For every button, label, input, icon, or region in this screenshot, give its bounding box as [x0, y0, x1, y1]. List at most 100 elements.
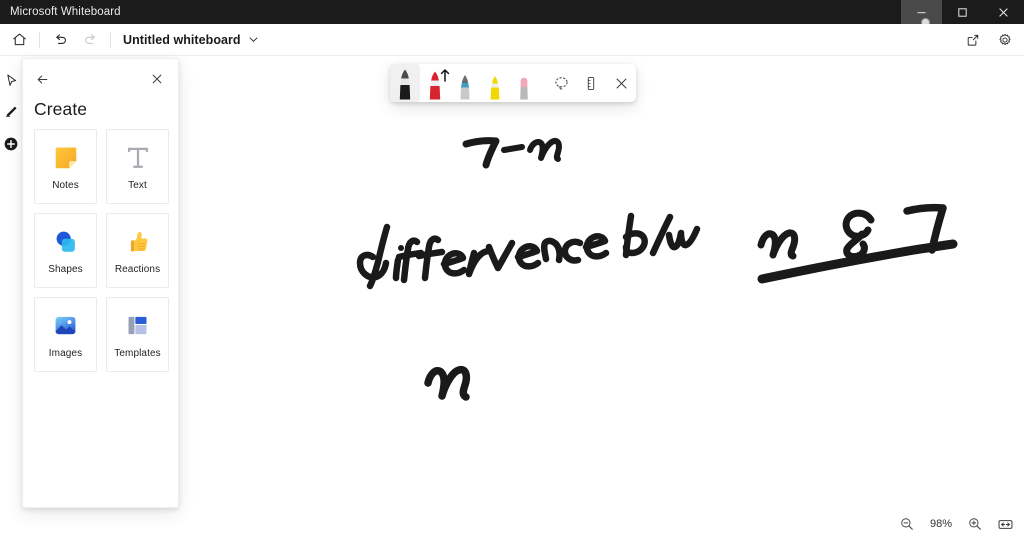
close-icon	[616, 78, 627, 88]
undo-button[interactable]	[45, 26, 75, 54]
create-card-label: Reactions	[114, 263, 161, 275]
panel-close-button[interactable]	[146, 68, 168, 90]
blue-pen-icon	[460, 75, 470, 100]
create-card-text[interactable]: Text	[106, 129, 169, 204]
create-card-label: Notes	[52, 179, 79, 191]
app-toolbar: Untitled whiteboard	[0, 24, 1024, 56]
toolbar-divider-2	[110, 31, 111, 48]
text-t-icon	[124, 143, 152, 173]
pen-icon	[6, 106, 17, 118]
sticky-note-icon	[52, 143, 80, 173]
close-icon	[999, 7, 1008, 17]
zoom-out-icon	[901, 518, 913, 530]
ink-letter-b	[622, 212, 648, 259]
ink-dot-i	[398, 245, 404, 251]
maximize-button[interactable]	[942, 0, 983, 24]
close-button[interactable]	[983, 0, 1024, 24]
document-title-text: Untitled whiteboard	[123, 32, 241, 47]
create-card-shapes[interactable]: Shapes	[34, 213, 97, 288]
pen-toolbar	[390, 64, 636, 102]
ink-n-right	[757, 229, 799, 260]
pen-black[interactable]	[390, 64, 420, 102]
image-icon	[52, 311, 79, 341]
zoom-in-icon	[969, 518, 981, 530]
pen-raised-arrow-icon	[440, 69, 450, 87]
create-card-label: Images	[48, 347, 83, 359]
templates-icon	[124, 311, 151, 341]
settings-button[interactable]	[990, 26, 1020, 54]
eraser-icon	[520, 77, 529, 100]
close-pen-toolbar-button[interactable]	[606, 64, 636, 102]
lasso-select-tool[interactable]	[546, 64, 576, 102]
ruler-tool[interactable]	[576, 64, 606, 102]
maximize-icon	[958, 7, 967, 17]
fit-to-screen-icon	[998, 519, 1012, 529]
add-plus-icon	[4, 137, 18, 151]
chevron-down-icon	[249, 37, 258, 42]
create-panel: Create Notes Text Shapes Reactions Image…	[22, 58, 179, 508]
ink-dash-top	[501, 144, 525, 153]
toolbar-divider-1	[39, 31, 40, 48]
title-bar: Microsoft Whiteboard	[0, 0, 1024, 27]
create-card-notes[interactable]: Notes	[34, 129, 97, 204]
ink-letter-e2	[514, 243, 542, 270]
ink-letter-i	[392, 256, 402, 282]
create-card-label: Text	[128, 179, 147, 191]
ink-letter-w	[665, 225, 701, 251]
arrow-left-icon	[37, 75, 47, 83]
sidebar-item-ink[interactable]	[1, 102, 21, 122]
ink-letter-c	[561, 238, 584, 264]
panel-back-button[interactable]	[31, 68, 53, 90]
gear-icon	[999, 33, 1011, 45]
ink-letter-e1	[440, 250, 468, 277]
app-toolbar-left: Untitled whiteboard	[0, 26, 266, 54]
yellow-highlighter-icon	[490, 76, 499, 100]
redo-icon	[84, 34, 95, 44]
undo-icon	[55, 34, 66, 44]
home-icon	[12, 33, 26, 46]
ink-letter-f2	[415, 235, 446, 282]
ink-letter-e3	[582, 233, 610, 260]
minimize-icon	[917, 11, 926, 13]
ink-arrow-n-top	[462, 137, 500, 169]
create-card-label: Shapes	[48, 263, 83, 275]
pen-toolbar-gap	[539, 64, 546, 102]
whiteboard-app: Microsoft Whiteboard Untitled whiteboard…	[0, 0, 1024, 544]
left-tool-rail	[0, 57, 22, 509]
pen-red[interactable]	[420, 64, 450, 102]
create-card-templates[interactable]: Templates	[106, 297, 169, 372]
share-button[interactable]	[958, 26, 988, 54]
app-toolbar-right	[958, 26, 1020, 54]
ink-n-bottom	[424, 365, 471, 401]
ruler-icon	[587, 76, 595, 90]
home-button[interactable]	[4, 26, 34, 54]
app-title: Microsoft Whiteboard	[10, 6, 121, 18]
ink-letter-v	[485, 239, 516, 272]
lasso-select-icon	[555, 76, 568, 89]
thumbs-up-icon	[124, 227, 151, 257]
create-card-reactions[interactable]: Reactions	[106, 213, 169, 288]
ink-script-right	[842, 209, 875, 261]
pen-blue[interactable]	[450, 64, 480, 102]
zoom-level[interactable]: 98%	[924, 514, 958, 534]
create-panel-title: Create	[34, 99, 88, 119]
share-icon	[967, 34, 979, 46]
zoom-controls: 98%	[894, 510, 1018, 538]
zoom-in-button[interactable]	[962, 511, 988, 537]
zoom-out-button[interactable]	[894, 511, 920, 537]
shapes-icon	[52, 227, 80, 257]
fit-to-screen-button[interactable]	[992, 511, 1018, 537]
eraser-tool[interactable]	[510, 64, 540, 102]
window-controls	[901, 0, 1024, 24]
black-pen-icon	[399, 69, 411, 100]
create-card-images[interactable]: Images	[34, 297, 97, 372]
document-title-menu[interactable]: Untitled whiteboard	[116, 30, 266, 50]
cursor-select-icon	[6, 74, 16, 86]
ink-letter-d	[356, 223, 391, 290]
sidebar-item-select[interactable]	[1, 70, 21, 90]
pen-yellow-highlighter[interactable]	[480, 64, 510, 102]
redo-button[interactable]	[75, 26, 105, 54]
create-card-label: Templates	[114, 347, 161, 359]
sidebar-item-create[interactable]	[1, 134, 21, 154]
ink-letter-r	[465, 247, 493, 278]
